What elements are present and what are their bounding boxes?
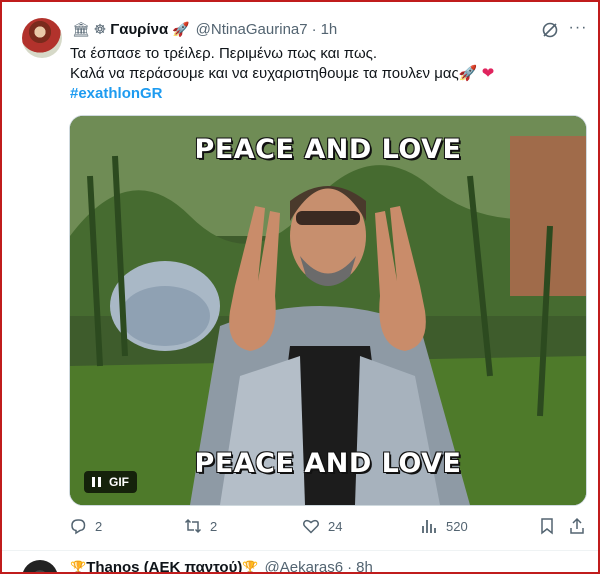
reply-count: 2 — [95, 518, 103, 534]
user-handle[interactable]: @NtinaGaurina7 — [196, 21, 308, 38]
repost-button[interactable]: 2 — [184, 515, 217, 537]
screenshot-frame: 🏛 ☸ Γαυρίνα 🚀 @NtinaGaurina7 · 1h ··· Τα… — [0, 0, 600, 574]
views-chart-icon — [422, 520, 436, 533]
next-display-name[interactable]: Thanos (ΑΕΚ παντού) — [86, 559, 242, 572]
tweet-text: Τα έσπασε το τρέιλερ. Περιμένω πως και π… — [70, 44, 570, 104]
like-count: 24 — [328, 518, 343, 534]
display-name[interactable]: Γαυρίνα — [110, 21, 168, 38]
reply-icon — [71, 519, 86, 535]
separator-dot: · — [311, 20, 317, 38]
avatar[interactable] — [22, 18, 62, 58]
next-user-handle[interactable]: @Aekaras6 — [265, 559, 344, 572]
pause-icon — [92, 477, 101, 487]
tweet-text-line1: Τα έσπασε το τρέιλερ. Περιμένω πως και π… — [70, 45, 378, 62]
like-button[interactable]: 24 — [302, 515, 342, 537]
repost-count: 2 — [210, 518, 218, 534]
hashtag-link[interactable]: #exathlonGR — [70, 85, 163, 102]
view-count: 520 — [446, 518, 468, 534]
tweet-actions-bar: 2 2 24 520 — [2, 515, 598, 537]
repost-icon — [184, 518, 202, 534]
reply-button[interactable]: 2 — [69, 515, 102, 537]
grok-icon[interactable] — [541, 21, 559, 39]
views-button[interactable]: 520 — [420, 515, 468, 537]
tweet-card[interactable]: 🏛 ☸ Γαυρίνα 🚀 @NtinaGaurina7 · 1h ··· Τα… — [2, 2, 598, 551]
tweet-text-line2: Καλά να περάσουμε και να ευχαριστηθουμε … — [70, 65, 478, 82]
trophy-emoji-2: 🏆 — [242, 559, 259, 573]
profile-emoji-icons: 🏛 ☸ — [72, 20, 107, 37]
trophy-emoji: 🏆 — [70, 559, 87, 573]
heart-emoji: ❤ — [481, 65, 495, 82]
share-icon[interactable] — [568, 517, 586, 535]
next-avatar[interactable] — [22, 560, 58, 572]
tweet-header: 🏛 ☸ Γαυρίνα 🚀 @NtinaGaurina7 · 1h — [72, 19, 337, 39]
gif-media[interactable]: PEACE AND LOVE PEACE AND LOVE GIF — [69, 115, 587, 506]
heart-outline-icon — [303, 519, 319, 534]
gif-caption-top: PEACE AND LOVE — [194, 134, 462, 165]
rocket-emoji: 🚀 — [172, 20, 190, 37]
timestamp[interactable]: 1h — [321, 21, 338, 38]
next-tweet-preview[interactable]: 🏆 Thanos (ΑΕΚ παντού) 🏆 @Aekaras6 · 8h — [2, 556, 598, 572]
more-options-icon[interactable]: ··· — [568, 20, 588, 40]
next-tweet-header: 🏆 Thanos (ΑΕΚ παντού) 🏆 @Aekaras6 · 8h — [70, 559, 373, 572]
next-timestamp[interactable]: 8h — [356, 559, 373, 572]
bookmark-icon[interactable] — [538, 517, 556, 535]
next-separator-dot: · — [347, 559, 353, 572]
gif-scene-illustration — [70, 116, 586, 505]
gif-label: GIF — [109, 475, 129, 489]
gif-pause-control[interactable]: GIF — [84, 471, 137, 493]
gif-caption-bottom: PEACE AND LOVE — [194, 448, 462, 479]
